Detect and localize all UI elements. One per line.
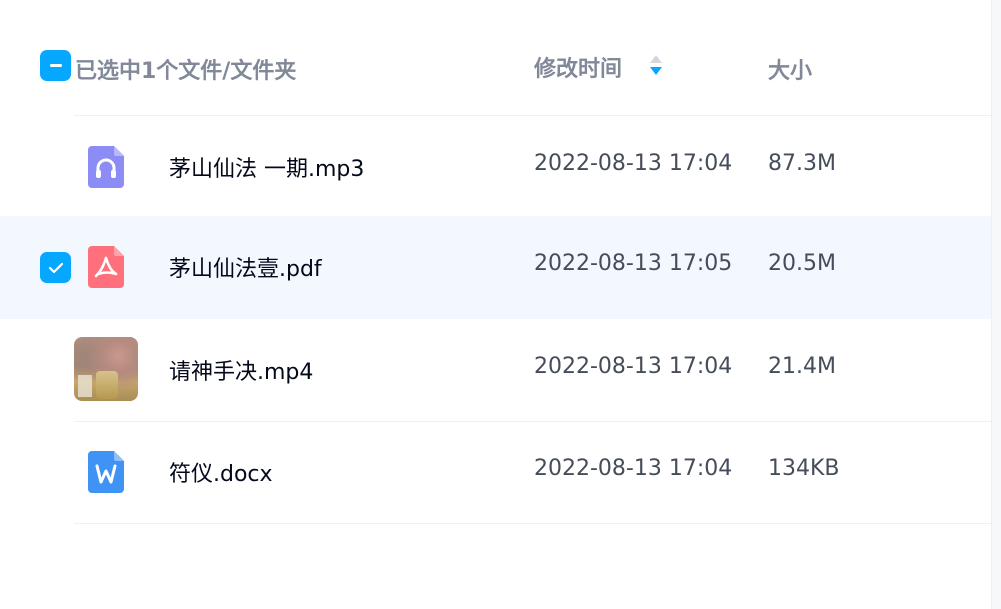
word-file-icon [88, 451, 124, 493]
file-name[interactable]: 茅山仙法 一期.mp3 [169, 151, 364, 183]
file-row-video[interactable]: 请神手决.mp4 2022-08-13 17:04 21.4M [0, 319, 991, 422]
file-size: 87.3M [768, 151, 836, 176]
file-modified: 2022-08-13 17:04 [534, 151, 733, 176]
file-size: 134KB [768, 456, 840, 481]
file-modified: 2022-08-13 17:05 [534, 251, 733, 276]
file-modified: 2022-08-13 17:04 [534, 456, 733, 481]
sort-icon[interactable] [648, 53, 664, 77]
row-divider [74, 523, 991, 524]
file-modified: 2022-08-13 17:04 [534, 354, 733, 379]
file-name[interactable]: 符仪.docx [169, 456, 273, 488]
file-row-word[interactable]: 符仪.docx 2022-08-13 17:04 134KB [0, 421, 991, 524]
row-checkbox-checked[interactable] [40, 252, 71, 283]
file-size: 21.4M [768, 354, 836, 379]
selection-count-label: 已选中1个文件/文件夹 [75, 59, 297, 84]
video-thumbnail [74, 337, 138, 401]
file-list-header: 已选中1个文件/文件夹 修改时间 大小 [0, 0, 991, 115]
file-size: 20.5M [768, 251, 836, 276]
select-all-checkbox[interactable] [40, 50, 71, 81]
file-row-audio[interactable]: 茅山仙法 一期.mp3 2022-08-13 17:04 87.3M [0, 116, 991, 219]
file-name[interactable]: 茅山仙法壹.pdf [169, 251, 322, 283]
minus-icon [49, 64, 62, 67]
column-header-modified[interactable]: 修改时间 [534, 51, 622, 83]
checkmark-icon [48, 262, 63, 273]
file-name[interactable]: 请神手决.mp4 [169, 354, 313, 386]
pdf-file-icon [88, 246, 124, 288]
audio-file-icon [88, 146, 124, 188]
scrollbar-track[interactable] [991, 0, 1001, 609]
column-header-size[interactable]: 大小 [768, 53, 812, 85]
file-row-pdf[interactable]: 茅山仙法壹.pdf 2022-08-13 17:05 20.5M [0, 216, 991, 319]
